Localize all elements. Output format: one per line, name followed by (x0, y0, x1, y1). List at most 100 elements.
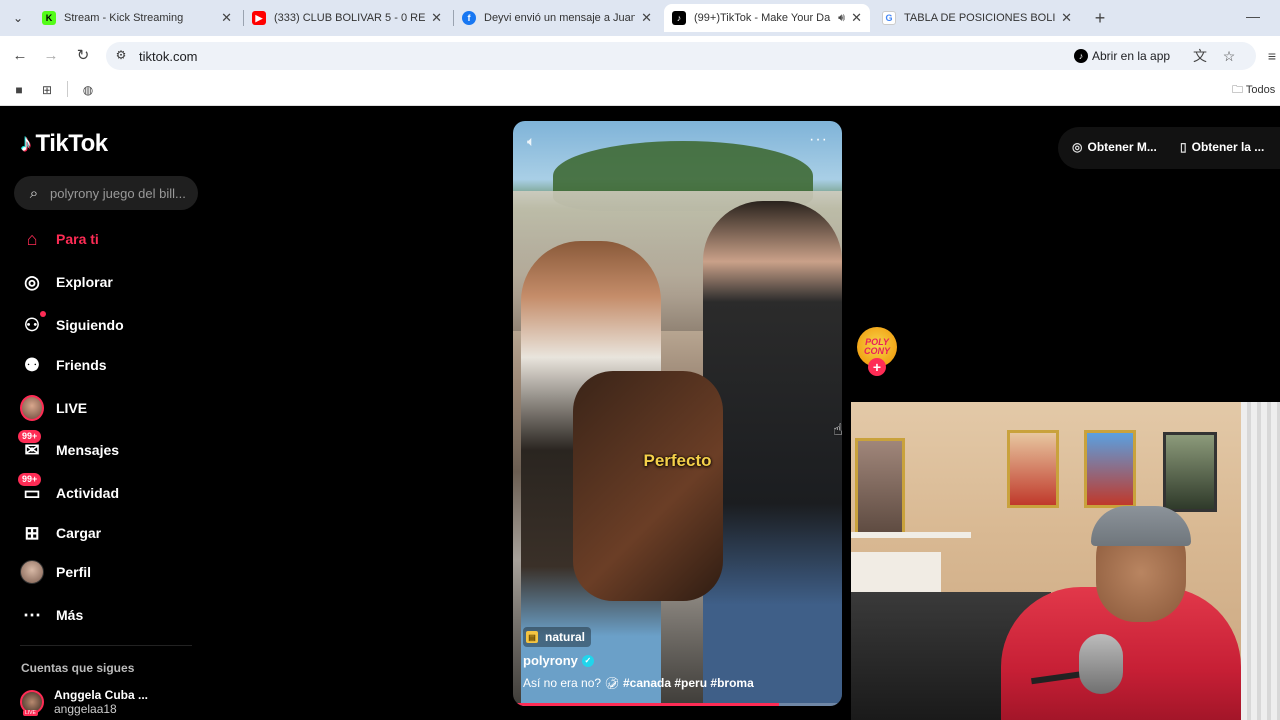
more-options-icon[interactable]: ··· (809, 131, 828, 149)
more-icon: ⋯ (23, 604, 41, 625)
bookmark-star-icon[interactable]: ☆ (1219, 46, 1239, 66)
tiktok-note-icon: ♪ (20, 130, 32, 157)
video-author[interactable]: polyrony ✓ (523, 653, 594, 668)
folder-label: Todos (1245, 84, 1276, 96)
coin-icon: ◎ (1072, 140, 1083, 154)
tiktok-logo-icon: ♪ (1074, 49, 1088, 63)
webcam-curtain (1241, 402, 1280, 720)
hashtag-link[interactable]: #peru (674, 676, 707, 690)
video-tag[interactable]: ▤ natural (523, 627, 592, 647)
translate-icon[interactable]: 文 (1190, 46, 1210, 66)
mouse-pointer-icon: ☝︎ (833, 422, 843, 439)
bookmarks-separator (67, 81, 68, 97)
hashtag-link[interactable]: #canada (623, 676, 671, 690)
url-text[interactable]: tiktok.com (139, 49, 198, 64)
tab-close-icon[interactable]: ✕ (1061, 10, 1072, 26)
tab-title: Stream - Kick Streaming (64, 12, 184, 24)
browser-tab-kick[interactable]: K Stream - Kick Streaming ✕ (34, 4, 240, 32)
nav-item-mensajes[interactable]: ✉ 99+ Mensajes (18, 430, 120, 464)
nav-item-actividad[interactable]: ▭ 99+ Actividad (18, 473, 120, 507)
browser-tab-youtube[interactable]: ▶ (333) CLUB BOLIVAR 5 - 0 REAL ✕ (244, 4, 450, 32)
speaker-icon[interactable]: 🔊︎ (838, 12, 845, 25)
tiktok-favicon-icon: ♪ (672, 11, 686, 25)
activity-icon: ▭ 99+ (18, 473, 44, 505)
nav-label: Mensajes (56, 442, 120, 458)
hashtag-link[interactable]: #broma (710, 676, 753, 690)
webcam-shelf (851, 532, 971, 538)
all-bookmarks-folder[interactable]: 🗀︎ Todos (1232, 81, 1275, 100)
tab-close-icon[interactable]: ✕ (641, 10, 652, 26)
following-icon: ⚇ (20, 311, 46, 337)
nav-label: Explorar (56, 274, 113, 290)
nav-item-cargar[interactable]: ⊞ Cargar (20, 519, 101, 547)
google-favicon-icon: G (882, 11, 896, 25)
tab-close-icon[interactable]: ✕ (851, 10, 862, 26)
apps-grid-icon[interactable]: ⊞ (39, 82, 55, 98)
site-settings-icon[interactable]: ⚙︎ (112, 46, 130, 64)
video-progress-bar[interactable] (513, 703, 842, 706)
browser-tab-google[interactable]: G TABLA DE POSICIONES BOLIVIA ✕ (874, 4, 1080, 32)
video-tag-label: natural (545, 630, 586, 644)
description-text: Así no era no? (523, 676, 602, 690)
nav-item-mas[interactable]: ⋯ Más (20, 601, 83, 629)
activity-badge: 99+ (18, 473, 42, 486)
nav-label: Actividad (56, 485, 120, 501)
search-icon[interactable]: ⌕ (26, 185, 42, 202)
live-badge: LIVE (23, 710, 38, 716)
messages-icon: ✉ 99+ (18, 430, 44, 462)
nav-label: Siguiendo (56, 317, 124, 333)
nav-item-live[interactable]: LIVE (20, 394, 87, 422)
account-avatar: LIVE (20, 690, 44, 716)
tab-close-icon[interactable]: ✕ (221, 10, 232, 26)
follow-plus-button[interactable]: + (868, 358, 886, 376)
video-scene-jacket (573, 371, 723, 601)
nav-item-para-ti[interactable]: ⌂ Para ti (20, 225, 99, 253)
creator-avatar-text: CONY (863, 346, 890, 356)
nav-label: Más (56, 607, 84, 623)
minimize-window-icon[interactable]: — (1246, 8, 1260, 24)
video-description: Así no era no? 🤣︎ #canada #peru #broma (523, 676, 754, 690)
reload-icon[interactable]: ↻ (73, 46, 93, 66)
open-in-app-button[interactable]: ♪ Abrir en la app (1070, 45, 1178, 67)
globe-icon[interactable]: ◍ (80, 82, 96, 98)
tiktok-logo[interactable]: ♪ TikTok (20, 130, 108, 158)
account-name: Anggela Cuba ... (54, 688, 149, 702)
live-avatar (20, 395, 44, 421)
get-coins-label: Obtener M... (1087, 140, 1157, 154)
square-app-icon[interactable]: ■ (11, 82, 27, 98)
new-tab-button[interactable]: + (1090, 8, 1110, 28)
messages-badge: 99+ (18, 430, 42, 443)
webcam-picture-frame (1163, 432, 1217, 512)
back-arrow-icon[interactable]: ← (10, 46, 30, 66)
nav-item-perfil[interactable]: Perfil (20, 558, 91, 586)
get-app-button[interactable]: ▯ Obtener la ... (1180, 140, 1264, 154)
author-name: polyrony (523, 653, 578, 668)
browser-tab-tiktok[interactable]: ♪ (99+)TikTok - Make Your Da 🔊︎ ✕ (664, 4, 870, 32)
webcam-microphone (1079, 634, 1123, 694)
following-account[interactable]: LIVE Anggela Cuba ... anggelaa18 (20, 688, 148, 716)
tab-search-chevron-icon[interactable]: ⌄ (8, 9, 28, 27)
search-box[interactable]: ⌕ (14, 176, 198, 210)
webcam-person-cap (1091, 506, 1191, 546)
get-coins-button[interactable]: ◎ Obtener M... (1072, 140, 1157, 154)
nav-item-explorar[interactable]: ◎ Explorar (20, 268, 113, 296)
kick-favicon-icon: K (42, 11, 56, 25)
friends-icon: ⚉ (23, 354, 41, 375)
phone-icon: ▯ (1180, 140, 1187, 154)
volume-icon[interactable]: 🔈︎ (527, 133, 535, 150)
search-input[interactable] (50, 185, 190, 201)
sidebar-divider (20, 645, 192, 646)
tab-close-icon[interactable]: ✕ (431, 10, 442, 26)
profile-avatar (20, 560, 44, 584)
nav-item-siguiendo[interactable]: ⚇ Siguiendo (20, 311, 124, 339)
forward-arrow-icon[interactable]: → (41, 46, 61, 66)
nav-label: Para ti (56, 231, 99, 247)
account-handle: anggelaa18 (54, 702, 117, 716)
reading-list-icon[interactable]: ≡ (1262, 46, 1280, 66)
nav-item-friends[interactable]: ⚉ Friends (20, 351, 107, 379)
youtube-favicon-icon: ▶ (252, 11, 266, 25)
browser-tab-facebook[interactable]: f Deyvi envió un mensaje a Juan ✕ (454, 4, 660, 32)
facebook-favicon-icon: f (462, 11, 476, 25)
video-player[interactable]: 🔈︎ ··· Perfecto ▤ natural polyrony ✓ Así… (513, 121, 842, 706)
webcam-overlay (851, 402, 1280, 720)
